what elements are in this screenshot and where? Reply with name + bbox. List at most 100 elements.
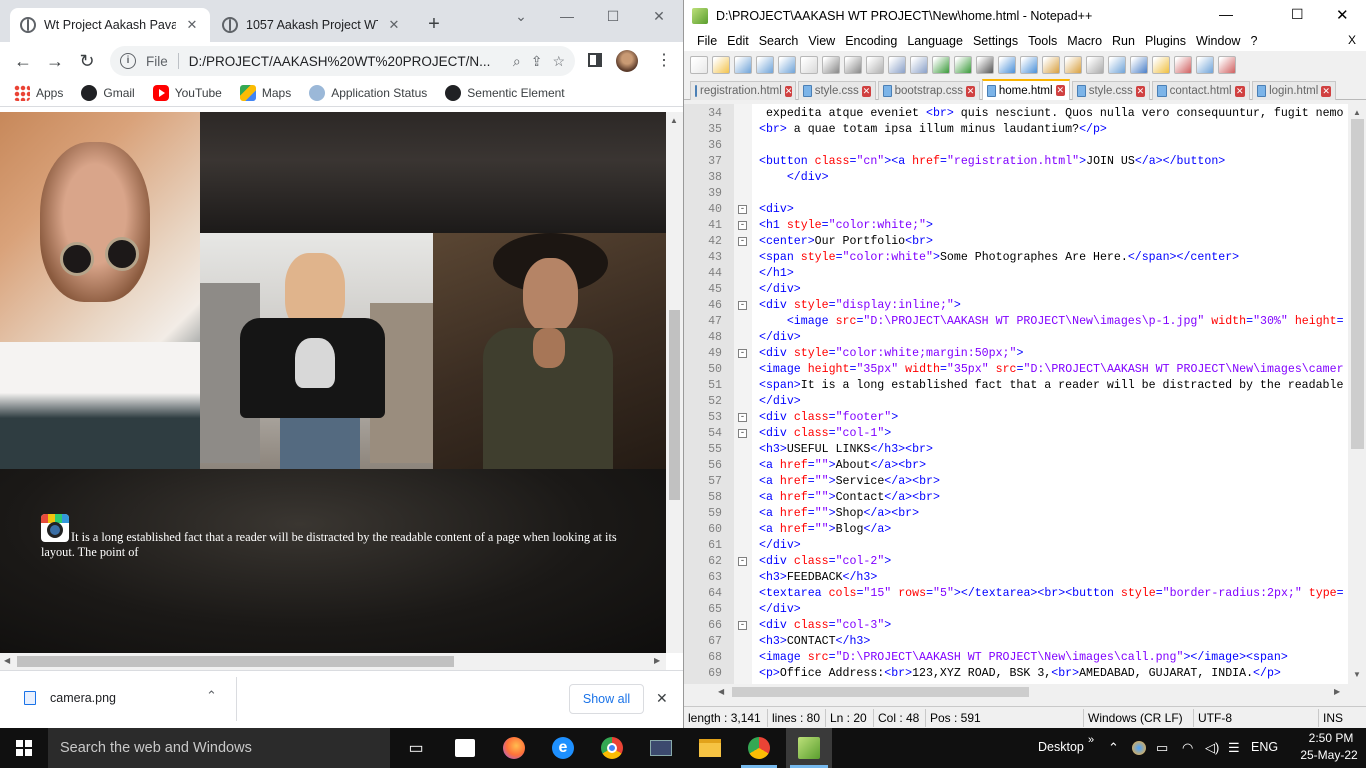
browser-tab[interactable]: 1057 Aakash Project WT ✕ xyxy=(212,8,412,42)
toolbar-button-icon[interactable] xyxy=(712,55,730,74)
menu-encoding[interactable]: Encoding xyxy=(840,34,902,48)
fold-toggle-icon[interactable]: - xyxy=(738,413,747,422)
close-tab-icon[interactable]: ✕ xyxy=(861,85,871,97)
chrome-running-icon[interactable] xyxy=(745,734,773,762)
code-line[interactable]: 51 <span>It is a long established fact th… xyxy=(684,378,1348,394)
language-indicator[interactable]: ENG xyxy=(1251,740,1278,754)
toolbar-button-icon[interactable] xyxy=(1020,55,1038,74)
close-icon[interactable]: ✕ xyxy=(386,17,402,33)
code-line[interactable]: 62 - <div class="col-2"> xyxy=(684,554,1348,570)
toolbar-button-icon[interactable] xyxy=(1152,55,1170,74)
firefox-icon[interactable] xyxy=(500,734,528,762)
bookmark-youtube[interactable]: YouTube xyxy=(152,85,222,101)
info-icon[interactable]: i xyxy=(120,53,136,69)
reload-icon[interactable]: ↻ xyxy=(74,48,100,74)
code-line[interactable]: 65 </div> xyxy=(684,602,1348,618)
code-line[interactable]: 44 </h1> xyxy=(684,266,1348,282)
code-line[interactable]: 63 <h3>FEEDBACK</h3> xyxy=(684,570,1348,586)
file-tab[interactable]: bootstrap.css ✕ xyxy=(878,81,980,100)
close-window-icon[interactable]: ✕ xyxy=(636,0,682,32)
fold-toggle-icon[interactable]: - xyxy=(738,221,747,230)
code-line[interactable]: 40 - <div> xyxy=(684,202,1348,218)
code-line[interactable]: 57 <a href="">Service</a><br> xyxy=(684,474,1348,490)
code-line[interactable]: 38 </div> xyxy=(684,170,1348,186)
file-tab[interactable]: style.css ✕ xyxy=(798,81,876,100)
bookmark-apps[interactable]: Apps xyxy=(14,85,63,101)
toolbar-button-icon[interactable] xyxy=(778,55,796,74)
menu-edit[interactable]: Edit xyxy=(722,34,754,48)
code-line[interactable]: 69 <p>Office Address:<br>123,XYZ ROAD, BS… xyxy=(684,666,1348,682)
editor-horizontal-scrollbar[interactable]: ◀ ▶ xyxy=(684,684,1348,700)
code-line[interactable]: 46 - <div style="display:inline;"> xyxy=(684,298,1348,314)
fold-toggle-icon[interactable]: - xyxy=(738,349,747,358)
tray-app-icon[interactable] xyxy=(1132,741,1146,755)
wifi-icon[interactable]: ◠ xyxy=(1182,740,1193,756)
bookmark-application-status[interactable]: Application Status xyxy=(309,85,427,101)
toolbar-button-icon[interactable] xyxy=(734,55,752,74)
code-line[interactable]: 35 <br> a quae totam ipsa illum minus lau… xyxy=(684,122,1348,138)
toolbar-button-icon[interactable] xyxy=(1196,55,1214,74)
avatar[interactable] xyxy=(616,50,638,72)
toolbar-button-icon[interactable] xyxy=(690,55,708,74)
toolbar-button-icon[interactable] xyxy=(800,55,818,74)
page-vertical-scrollbar[interactable]: ▲ xyxy=(666,112,683,653)
code-line[interactable]: 67 <h3>CONTACT</h3> xyxy=(684,634,1348,650)
code-line[interactable]: 42 - <center>Our Portfolio<br> xyxy=(684,234,1348,250)
menu-help[interactable]: ? xyxy=(1245,34,1262,48)
show-all-button[interactable]: Show all xyxy=(569,684,644,714)
toolbar-button-icon[interactable] xyxy=(998,55,1016,74)
volume-icon[interactable]: ◁) xyxy=(1205,740,1219,756)
clock-time[interactable]: 2:50 PM xyxy=(1300,731,1362,745)
file-tab[interactable]: style.css ✕ xyxy=(1072,81,1150,100)
toolbar-button-icon[interactable] xyxy=(888,55,906,74)
scroll-thumb[interactable] xyxy=(17,656,454,667)
chevron-up-icon[interactable]: ⌃ xyxy=(206,688,217,704)
menu-file[interactable]: File xyxy=(692,34,722,48)
toolbar-button-icon[interactable] xyxy=(1064,55,1082,74)
file-tab-active[interactable]: home.html ✕ xyxy=(982,79,1070,100)
side-panel-icon[interactable] xyxy=(588,53,602,67)
fold-toggle-icon[interactable]: - xyxy=(738,301,747,310)
code-line[interactable]: 43 <span style="color:white">Some Photogr… xyxy=(684,250,1348,266)
file-tab[interactable]: login.html ✕ xyxy=(1252,81,1336,100)
close-tab-icon[interactable]: ✕ xyxy=(1135,85,1145,97)
toolbar-button-icon[interactable] xyxy=(954,55,972,74)
code-line[interactable]: 34 expedita atque eveniet <br> quis nesc… xyxy=(684,106,1348,122)
code-line[interactable]: 41 - <h1 style="color:white;"> xyxy=(684,218,1348,234)
toolbar-button-icon[interactable] xyxy=(844,55,862,74)
notification-icon[interactable]: ☰ xyxy=(1228,740,1240,756)
menu-search[interactable]: Search xyxy=(754,34,804,48)
code-line[interactable]: 36 xyxy=(684,138,1348,154)
address-bar[interactable]: i File D:/PROJECT/AAKASH%20WT%20PROJECT/… xyxy=(110,46,575,76)
toolbar-button-icon[interactable] xyxy=(822,55,840,74)
app-icon[interactable] xyxy=(647,734,675,762)
code-line[interactable]: 54 - <div class="col-1"> xyxy=(684,426,1348,442)
share-icon[interactable]: ⇪ xyxy=(531,53,543,70)
menu-tools[interactable]: Tools xyxy=(1023,34,1062,48)
close-window-icon[interactable]: ✕ xyxy=(1336,6,1349,24)
close-downloads-icon[interactable]: ✕ xyxy=(656,690,668,707)
code-line[interactable]: 39 xyxy=(684,186,1348,202)
toolbar-button-icon[interactable] xyxy=(1108,55,1126,74)
fold-toggle-icon[interactable]: - xyxy=(738,557,747,566)
toolbar-button-icon[interactable] xyxy=(756,55,774,74)
code-line[interactable]: 47 <image src="D:\PROJECT\AAKASH WT PROJ… xyxy=(684,314,1348,330)
file-tab[interactable]: registration.html ✕ xyxy=(690,81,796,100)
show-hidden-icons[interactable]: ⌃ xyxy=(1108,740,1119,756)
toolbar-button-icon[interactable] xyxy=(1086,55,1104,74)
toolbar-button-icon[interactable] xyxy=(932,55,950,74)
maximize-icon[interactable]: ☐ xyxy=(590,0,636,32)
new-tab-button[interactable]: + xyxy=(422,12,446,36)
code-line[interactable]: 37 <button class="cn"><a href="registrati… xyxy=(684,154,1348,170)
menu-icon[interactable]: ⋮ xyxy=(656,50,672,72)
url-text[interactable]: D:/PROJECT/AAKASH%20WT%20PROJECT/N... xyxy=(189,54,503,69)
toolbar-button-icon[interactable] xyxy=(1218,55,1236,74)
close-tab-icon[interactable]: ✕ xyxy=(1234,85,1245,97)
desktop-toolbar-label[interactable]: Desktop xyxy=(1038,740,1084,754)
code-line[interactable]: 61 </div> xyxy=(684,538,1348,554)
code-line[interactable]: 50 <image height="35px" width="35px" src=… xyxy=(684,362,1348,378)
code-line[interactable]: 53 - <div class="footer"> xyxy=(684,410,1348,426)
close-tab-icon[interactable]: ✕ xyxy=(784,85,793,97)
minimize-icon[interactable]: — xyxy=(544,0,590,32)
menu-macro[interactable]: Macro xyxy=(1062,34,1107,48)
